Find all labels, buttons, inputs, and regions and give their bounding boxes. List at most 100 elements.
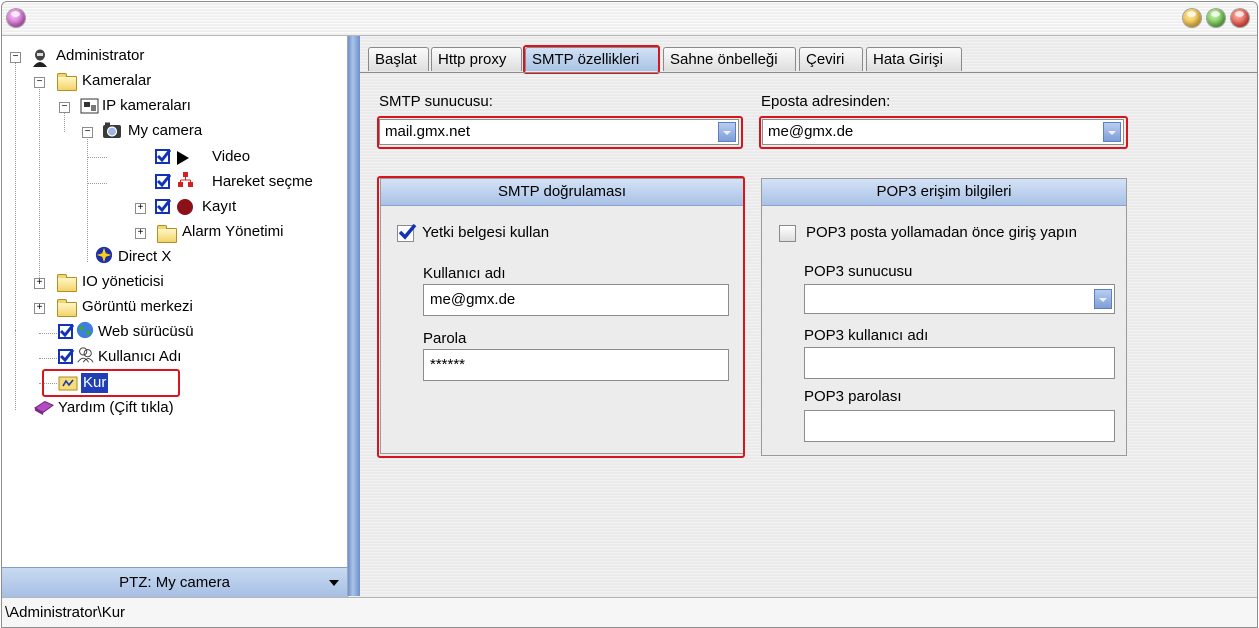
smtp-auth-panel: SMTP doğrulaması Yetki belgesi kullan Ku… <box>380 178 744 454</box>
pop3-login-checkbox[interactable] <box>779 225 796 242</box>
users-icon <box>77 347 94 363</box>
pop3-panel: POP3 erişim bilgileri POP3 posta yollama… <box>761 178 1127 456</box>
folder-icon <box>57 274 77 292</box>
minimize-button[interactable] <box>1183 9 1201 27</box>
play-icon <box>177 151 189 165</box>
users-checkbox[interactable] <box>58 349 75 364</box>
folder-icon <box>57 299 77 317</box>
close-button[interactable] <box>1231 9 1249 27</box>
video-checkbox[interactable] <box>155 149 172 164</box>
password-label: Parola <box>423 330 467 347</box>
tab-baslat[interactable]: Başlat <box>368 47 429 71</box>
ip-camera-folder-icon <box>80 98 99 114</box>
pop3-password-label: POP3 parolası <box>804 388 902 405</box>
expand-toggle[interactable]: + <box>34 303 45 314</box>
use-credentials-checkbox[interactable] <box>397 223 417 242</box>
from-address-value: me@gmx.de <box>768 123 854 140</box>
globe-icon <box>76 321 94 339</box>
password-field[interactable]: ****** <box>423 349 729 381</box>
status-bar: \Administrator\Kur <box>2 597 1257 627</box>
title-bar <box>2 2 1257 36</box>
pop3-server-label: POP3 sunucusu <box>804 263 913 280</box>
app-window: − Administrator − Kameralar − IP kameral… <box>1 1 1258 628</box>
tree-guide <box>39 333 57 334</box>
collapse-toggle[interactable]: − <box>82 127 93 138</box>
maximize-button[interactable] <box>1207 9 1225 27</box>
smtp-auth-title: SMTP doğrulaması <box>381 179 743 206</box>
smtp-server-label: SMTP sunucusu: <box>379 93 493 110</box>
directx-icon <box>95 246 113 264</box>
navigation-tree: − Administrator − Kameralar − IP kameral… <box>2 36 348 567</box>
tree-guide <box>39 358 57 359</box>
chevron-down-icon[interactable] <box>329 580 339 586</box>
status-path: \Administrator\Kur <box>5 604 126 621</box>
tree-guide <box>39 383 57 384</box>
from-address-label: Eposta adresinden: <box>761 93 891 110</box>
pop3-user-label: POP3 kullanıcı adı <box>804 327 929 344</box>
expand-toggle[interactable]: + <box>135 228 146 239</box>
dropdown-arrow-icon[interactable] <box>1103 122 1121 142</box>
username-field[interactable]: me@gmx.de <box>423 284 729 316</box>
record-icon <box>177 199 193 215</box>
tree-guide <box>87 183 107 184</box>
collapse-toggle[interactable]: − <box>34 77 45 88</box>
tree-item-image-center[interactable]: Görüntü merkezi <box>82 296 193 318</box>
use-credentials-label[interactable]: Yetki belgesi kullan <box>422 224 549 241</box>
pop3-title: POP3 erişim bilgileri <box>762 179 1126 206</box>
smtp-server-value: mail.gmx.net <box>385 123 471 140</box>
collapse-toggle[interactable]: − <box>59 102 70 113</box>
pop3-server-combo[interactable] <box>804 284 1115 314</box>
tree-item-directx[interactable]: Direct X <box>118 246 171 268</box>
tab-smtp[interactable]: SMTP özellikleri <box>525 47 660 71</box>
tree-item-motion[interactable]: Hareket seçme <box>212 171 313 193</box>
tab-translation[interactable]: Çeviri <box>799 47 863 71</box>
pop3-user-field[interactable] <box>804 347 1115 379</box>
tab-scene-cache[interactable]: Sahne önbelleği <box>663 47 796 71</box>
settings-content: Başlat Http proxy SMTP özellikleri Sahne… <box>360 36 1257 596</box>
camera-icon <box>103 122 121 138</box>
tree-item-io[interactable]: IO yöneticisi <box>82 271 164 293</box>
tree-item-video[interactable]: Video <box>212 146 250 168</box>
tree-item-kameralar[interactable]: Kameralar <box>82 70 151 92</box>
tree-item-help[interactable]: Yardım (Çift tıkla) <box>58 397 174 419</box>
smtp-server-combo[interactable]: mail.gmx.net <box>379 119 739 145</box>
tree-item-users[interactable]: Kullanıcı Adı <box>98 346 181 368</box>
expand-toggle[interactable]: + <box>34 278 45 289</box>
motion-checkbox[interactable] <box>155 174 172 189</box>
ptz-label: PTZ: My camera <box>119 574 230 591</box>
tree-item-record[interactable]: Kayıt <box>202 196 236 218</box>
app-menu-icon[interactable] <box>7 9 25 27</box>
collapse-toggle[interactable]: − <box>10 52 21 63</box>
tree-guide <box>87 132 88 262</box>
folder-icon <box>157 225 177 243</box>
tree-item-alarm[interactable]: Alarm Yönetimi <box>182 221 283 243</box>
tab-http-proxy[interactable]: Http proxy <box>431 47 522 71</box>
tree-item-ip-cameras[interactable]: IP kameraları <box>102 95 191 117</box>
expand-toggle[interactable]: + <box>135 203 146 214</box>
record-checkbox[interactable] <box>155 199 172 214</box>
tree-item-administrator[interactable]: Administrator <box>56 45 144 67</box>
folder-open-icon <box>57 73 77 91</box>
checkmark-icon <box>398 223 417 240</box>
web-checkbox[interactable] <box>58 324 75 339</box>
tab-content-divider <box>360 72 1257 73</box>
tab-error-log[interactable]: Hata Girişi <box>866 47 962 71</box>
setup-icon <box>58 376 78 391</box>
motion-detection-icon <box>178 172 193 187</box>
dropdown-arrow-icon[interactable] <box>718 122 736 142</box>
username-label: Kullanıcı adı <box>423 265 506 282</box>
tree-item-my-camera[interactable]: My camera <box>128 120 202 142</box>
pop3-password-field[interactable] <box>804 410 1115 442</box>
from-address-combo[interactable]: me@gmx.de <box>762 119 1124 145</box>
panel-splitter[interactable] <box>348 36 360 596</box>
pop3-login-label[interactable]: POP3 posta yollamadan önce giriş yapın <box>806 224 1077 241</box>
administrator-icon <box>33 49 47 67</box>
help-book-icon <box>34 401 54 416</box>
tree-guide <box>39 80 40 280</box>
tree-item-web-server[interactable]: Web sürücüsü <box>98 321 194 343</box>
tree-guide <box>15 330 16 410</box>
tree-item-setup[interactable]: Kur <box>81 373 109 393</box>
ptz-camera-selector[interactable]: PTZ: My camera <box>2 567 348 597</box>
dropdown-arrow-icon[interactable] <box>1094 289 1112 309</box>
tree-guide <box>87 157 107 158</box>
